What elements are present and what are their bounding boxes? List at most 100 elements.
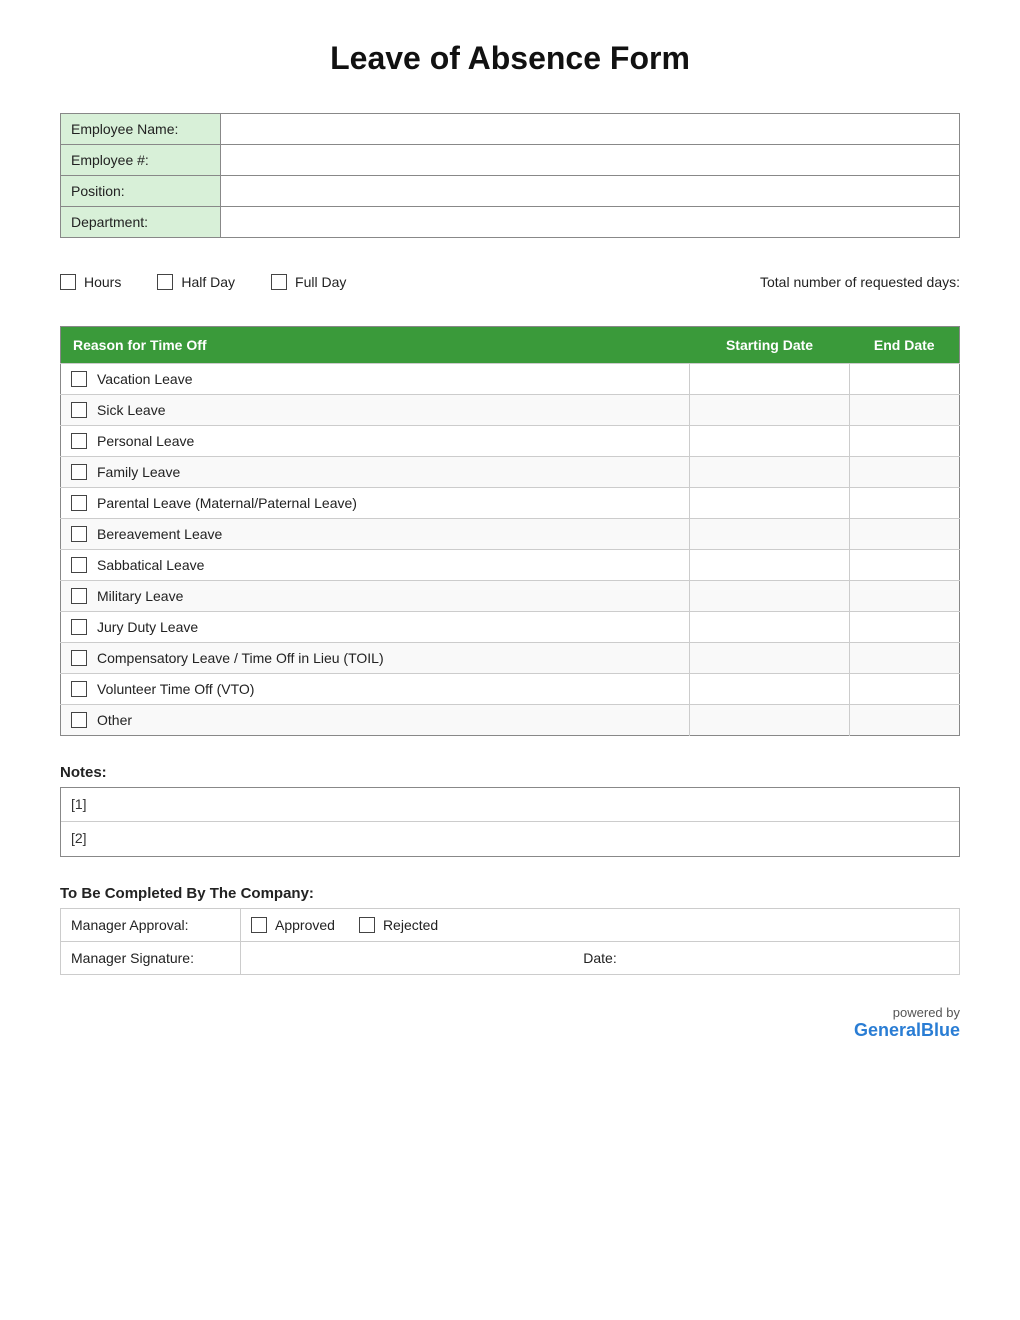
employee-field-label: Position: xyxy=(61,176,221,207)
reason-checkbox[interactable] xyxy=(71,433,87,449)
reason-start-date[interactable] xyxy=(690,705,850,736)
employee-info-table: Employee Name:Employee #:Position:Depart… xyxy=(60,113,960,238)
notes-box: [1] [2] xyxy=(60,787,960,857)
reason-end-date[interactable] xyxy=(850,550,960,581)
reason-checkbox[interactable] xyxy=(71,588,87,604)
approved-checkbox[interactable] xyxy=(251,917,267,933)
reason-checkbox[interactable] xyxy=(71,681,87,697)
employee-row: Department: xyxy=(61,207,960,238)
reason-label: Family Leave xyxy=(97,464,180,480)
reason-checkbox[interactable] xyxy=(71,402,87,418)
reason-row: Volunteer Time Off (VTO) xyxy=(61,674,960,705)
manager-signature-label: Manager Signature: xyxy=(61,942,241,975)
reason-end-date[interactable] xyxy=(850,395,960,426)
manager-approval-options: Approved Rejected xyxy=(241,909,960,942)
reason-item: Personal Leave xyxy=(61,426,690,457)
reasons-header-col2: Starting Date xyxy=(690,327,850,364)
reason-row: Jury Duty Leave xyxy=(61,612,960,643)
notes-line-1[interactable]: [1] xyxy=(61,788,959,822)
reasons-header-col1: Reason for Time Off xyxy=(61,327,690,364)
company-table: Manager Approval: Approved Rejected xyxy=(60,908,960,975)
employee-row: Position: xyxy=(61,176,960,207)
reason-start-date[interactable] xyxy=(690,426,850,457)
employee-field-value[interactable] xyxy=(221,176,960,207)
half-day-option[interactable]: Half Day xyxy=(157,274,235,290)
reason-item: Military Leave xyxy=(61,581,690,612)
full-day-option[interactable]: Full Day xyxy=(271,274,346,290)
reason-row: Compensatory Leave / Time Off in Lieu (T… xyxy=(61,643,960,674)
half-day-checkbox[interactable] xyxy=(157,274,173,290)
reason-end-date[interactable] xyxy=(850,364,960,395)
reason-end-date[interactable] xyxy=(850,705,960,736)
reason-label: Other xyxy=(97,712,132,728)
reason-start-date[interactable] xyxy=(690,674,850,705)
reason-start-date[interactable] xyxy=(690,643,850,674)
reason-item: Family Leave xyxy=(61,457,690,488)
reason-item: Compensatory Leave / Time Off in Lieu (T… xyxy=(61,643,690,674)
reason-checkbox[interactable] xyxy=(71,619,87,635)
reason-checkbox[interactable] xyxy=(71,712,87,728)
manager-approval-row: Manager Approval: Approved Rejected xyxy=(61,909,960,942)
employee-field-value[interactable] xyxy=(221,114,960,145)
reason-start-date[interactable] xyxy=(690,488,850,519)
full-day-checkbox[interactable] xyxy=(271,274,287,290)
reason-checkbox[interactable] xyxy=(71,526,87,542)
reason-end-date[interactable] xyxy=(850,612,960,643)
approved-label: Approved xyxy=(275,917,335,933)
company-section-label: To Be Completed By The Company: xyxy=(60,885,960,902)
company-section: To Be Completed By The Company: Manager … xyxy=(60,885,960,975)
employee-row: Employee #: xyxy=(61,145,960,176)
rejected-checkbox[interactable] xyxy=(359,917,375,933)
reason-start-date[interactable] xyxy=(690,550,850,581)
reason-row: Sick Leave xyxy=(61,395,960,426)
hours-checkbox[interactable] xyxy=(60,274,76,290)
reason-label: Parental Leave (Maternal/Paternal Leave) xyxy=(97,495,357,511)
reason-row: Personal Leave xyxy=(61,426,960,457)
footer: powered by GeneralBlue xyxy=(60,1005,960,1041)
reason-end-date[interactable] xyxy=(850,457,960,488)
rejected-label: Rejected xyxy=(383,917,438,933)
full-day-label: Full Day xyxy=(295,274,346,290)
reason-label: Personal Leave xyxy=(97,433,194,449)
reason-start-date[interactable] xyxy=(690,457,850,488)
reason-item: Sabbatical Leave xyxy=(61,550,690,581)
reason-end-date[interactable] xyxy=(850,581,960,612)
manager-signature-value: Date: xyxy=(241,942,960,975)
reason-end-date[interactable] xyxy=(850,519,960,550)
employee-field-value[interactable] xyxy=(221,207,960,238)
reason-label: Compensatory Leave / Time Off in Lieu (T… xyxy=(97,650,384,666)
hours-option[interactable]: Hours xyxy=(60,274,121,290)
reason-end-date[interactable] xyxy=(850,674,960,705)
reason-item: Sick Leave xyxy=(61,395,690,426)
reason-item: Vacation Leave xyxy=(61,364,690,395)
notes-section: Notes: [1] [2] xyxy=(60,764,960,857)
reason-end-date[interactable] xyxy=(850,643,960,674)
reason-start-date[interactable] xyxy=(690,581,850,612)
manager-approval-label: Manager Approval: xyxy=(61,909,241,942)
approved-option[interactable]: Approved xyxy=(251,917,335,933)
reason-label: Bereavement Leave xyxy=(97,526,222,542)
reason-checkbox[interactable] xyxy=(71,464,87,480)
reason-checkbox[interactable] xyxy=(71,557,87,573)
employee-field-value[interactable] xyxy=(221,145,960,176)
reason-row: Sabbatical Leave xyxy=(61,550,960,581)
notes-line-2[interactable]: [2] xyxy=(61,822,959,856)
reason-start-date[interactable] xyxy=(690,519,850,550)
reason-label: Vacation Leave xyxy=(97,371,192,387)
reason-checkbox[interactable] xyxy=(71,495,87,511)
reason-label: Sick Leave xyxy=(97,402,165,418)
employee-field-label: Employee Name: xyxy=(61,114,221,145)
reason-item: Bereavement Leave xyxy=(61,519,690,550)
reason-checkbox[interactable] xyxy=(71,371,87,387)
reason-end-date[interactable] xyxy=(850,426,960,457)
reason-item: Volunteer Time Off (VTO) xyxy=(61,674,690,705)
page-title: Leave of Absence Form xyxy=(60,40,960,77)
reason-start-date[interactable] xyxy=(690,364,850,395)
rejected-option[interactable]: Rejected xyxy=(359,917,438,933)
reason-start-date[interactable] xyxy=(690,395,850,426)
reason-checkbox[interactable] xyxy=(71,650,87,666)
hours-label: Hours xyxy=(84,274,121,290)
reason-end-date[interactable] xyxy=(850,488,960,519)
reasons-header-col3: End Date xyxy=(850,327,960,364)
reason-start-date[interactable] xyxy=(690,612,850,643)
